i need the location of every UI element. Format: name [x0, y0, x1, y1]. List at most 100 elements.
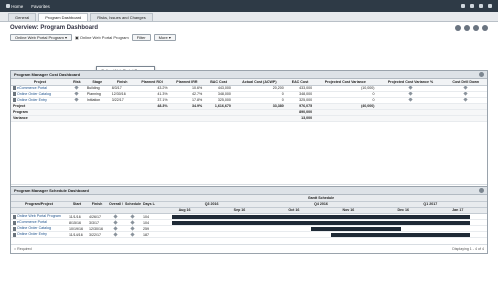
month-label: Aug 16 [178, 207, 191, 212]
table-cell [107, 231, 123, 238]
status-indicator-icon [74, 97, 79, 102]
status-indicator-icon [74, 85, 79, 90]
status-indicator-icon [129, 225, 135, 231]
project-link[interactable]: Online Order Entry [17, 232, 47, 236]
project-link[interactable]: Online Order Catalog [17, 92, 51, 96]
cell-value: 3/22/17 [89, 232, 101, 237]
cell-value: 433,000 [299, 86, 313, 90]
cell-value: 104 [143, 214, 149, 219]
program-select-button[interactable]: Online Web Portal Program ▾ [10, 34, 72, 41]
document-icon [13, 92, 16, 96]
drilldown-icon[interactable] [463, 97, 468, 102]
cell-value: Building [86, 86, 100, 90]
document-icon [13, 214, 16, 219]
blank-cell [376, 115, 445, 122]
cell-value: 10/19/16 [69, 226, 83, 231]
quarter-label: Q1 2017 [423, 201, 438, 206]
cell-value: 11/1/16 [69, 214, 81, 219]
collapse-icon[interactable] [479, 188, 484, 193]
cell-value: 325,000 [217, 98, 231, 102]
home-link[interactable]: Home [6, 4, 23, 9]
blank-cell [68, 115, 85, 122]
quarter-label: Q4 2016 [314, 201, 328, 206]
help-icon[interactable] [488, 4, 492, 8]
cell-value: 0 [372, 92, 375, 96]
bell-icon[interactable] [470, 4, 474, 8]
help-icon[interactable] [482, 25, 488, 31]
tab-general[interactable]: General [8, 13, 37, 21]
project-link[interactable]: Online Order Entry [17, 98, 47, 102]
print-icon[interactable] [464, 25, 470, 31]
blank-cell [84, 115, 110, 122]
tab-program-dashboard[interactable]: Program Dashboard [38, 13, 89, 21]
document-icon [13, 232, 16, 237]
user-icon[interactable] [479, 4, 483, 8]
tab-risks-issues[interactable]: Risks, Issues and Changes [90, 13, 153, 21]
cell-value: 0 [281, 98, 284, 102]
total-value [314, 115, 377, 122]
gantt-bar[interactable] [330, 233, 471, 237]
document-icon [13, 98, 16, 102]
cell-value: 42.7% [192, 92, 203, 96]
total-value [232, 115, 286, 122]
cell-value: Initiation [86, 98, 101, 102]
filter-button[interactable]: Filter [131, 34, 151, 41]
table-cell [123, 231, 141, 238]
cell-value: 0 [281, 92, 284, 96]
schedule-dashboard-panel: Program Manager Schedule Dashboard Gantt… [10, 186, 488, 254]
cell-value: (10,000) [361, 86, 375, 90]
top-bar: Home Favorites [0, 0, 498, 12]
project-link[interactable]: eCommerce Portal [17, 220, 47, 224]
status-indicator-icon [112, 225, 118, 231]
drilldown-icon[interactable] [463, 91, 468, 96]
cost-panel-header: Program Manager Cost Dashboard [11, 71, 487, 79]
status-indicator-icon [129, 219, 135, 225]
drilldown-icon[interactable] [463, 85, 468, 90]
gantt-bar[interactable] [171, 214, 471, 219]
gantt-cell [155, 231, 487, 238]
schedule-panel-header: Program Manager Schedule Dashboard [11, 187, 487, 195]
gantt-bar[interactable] [171, 221, 471, 225]
status-indicator-icon [129, 231, 135, 237]
cell-value: 43.2% [157, 86, 168, 90]
project-link[interactable]: Online Web Portal Program [17, 214, 61, 218]
refresh-icon[interactable] [455, 25, 461, 31]
cell-value: 3/22/17 [111, 98, 124, 102]
cell-value: 348,000 [299, 92, 313, 96]
total-value [134, 115, 170, 122]
table-cell: 11/14/16 [67, 231, 87, 238]
cell-value: 0 [372, 98, 375, 102]
cell-value: 11/14/16 [69, 232, 83, 237]
cell-value: 325,000 [299, 98, 313, 102]
page-title: Overview: Program Dashboard [10, 25, 99, 31]
cell-value: 8/15/16 [69, 220, 81, 225]
cost-dashboard-panel: Program Manager Cost Dashboard Project Ri… [10, 70, 488, 194]
home-icon [6, 4, 10, 8]
schedule-table: Gantt Schedule Program/Project Start Finish… [11, 195, 487, 238]
favorites-link[interactable]: Favorites [31, 4, 50, 9]
status-indicator-icon [408, 85, 413, 90]
more-button[interactable]: More ▾ [153, 34, 176, 41]
document-icon [13, 226, 16, 231]
cell-value: 8/3/17 [111, 86, 122, 90]
total-value: 13,000 [285, 115, 315, 122]
cell-value: 12/30/16 [111, 92, 126, 96]
status-indicator-icon [408, 97, 413, 102]
cell-value: 104 [143, 220, 149, 225]
status-indicator-icon [112, 231, 118, 237]
status-indicator-icon [112, 219, 118, 225]
gantt-bar[interactable] [311, 227, 401, 231]
status-indicator-icon [74, 91, 79, 96]
cell-value: 348,000 [217, 92, 231, 96]
project-link[interactable]: eCommerce Portal [17, 86, 47, 90]
table-row: Online Order Entry 11/14/16 3/22/17 187 [11, 231, 487, 238]
table-cell: 3/22/17 [87, 231, 107, 238]
status-indicator-icon [408, 91, 413, 96]
cell-value: 187 [143, 232, 149, 237]
document-icon [13, 86, 16, 90]
project-link[interactable]: Online Order Catalog [17, 226, 51, 230]
collapse-icon[interactable] [479, 72, 484, 77]
export-icon[interactable] [473, 25, 479, 31]
gear-icon[interactable] [461, 4, 465, 8]
cell-value: 10.6% [192, 86, 203, 90]
